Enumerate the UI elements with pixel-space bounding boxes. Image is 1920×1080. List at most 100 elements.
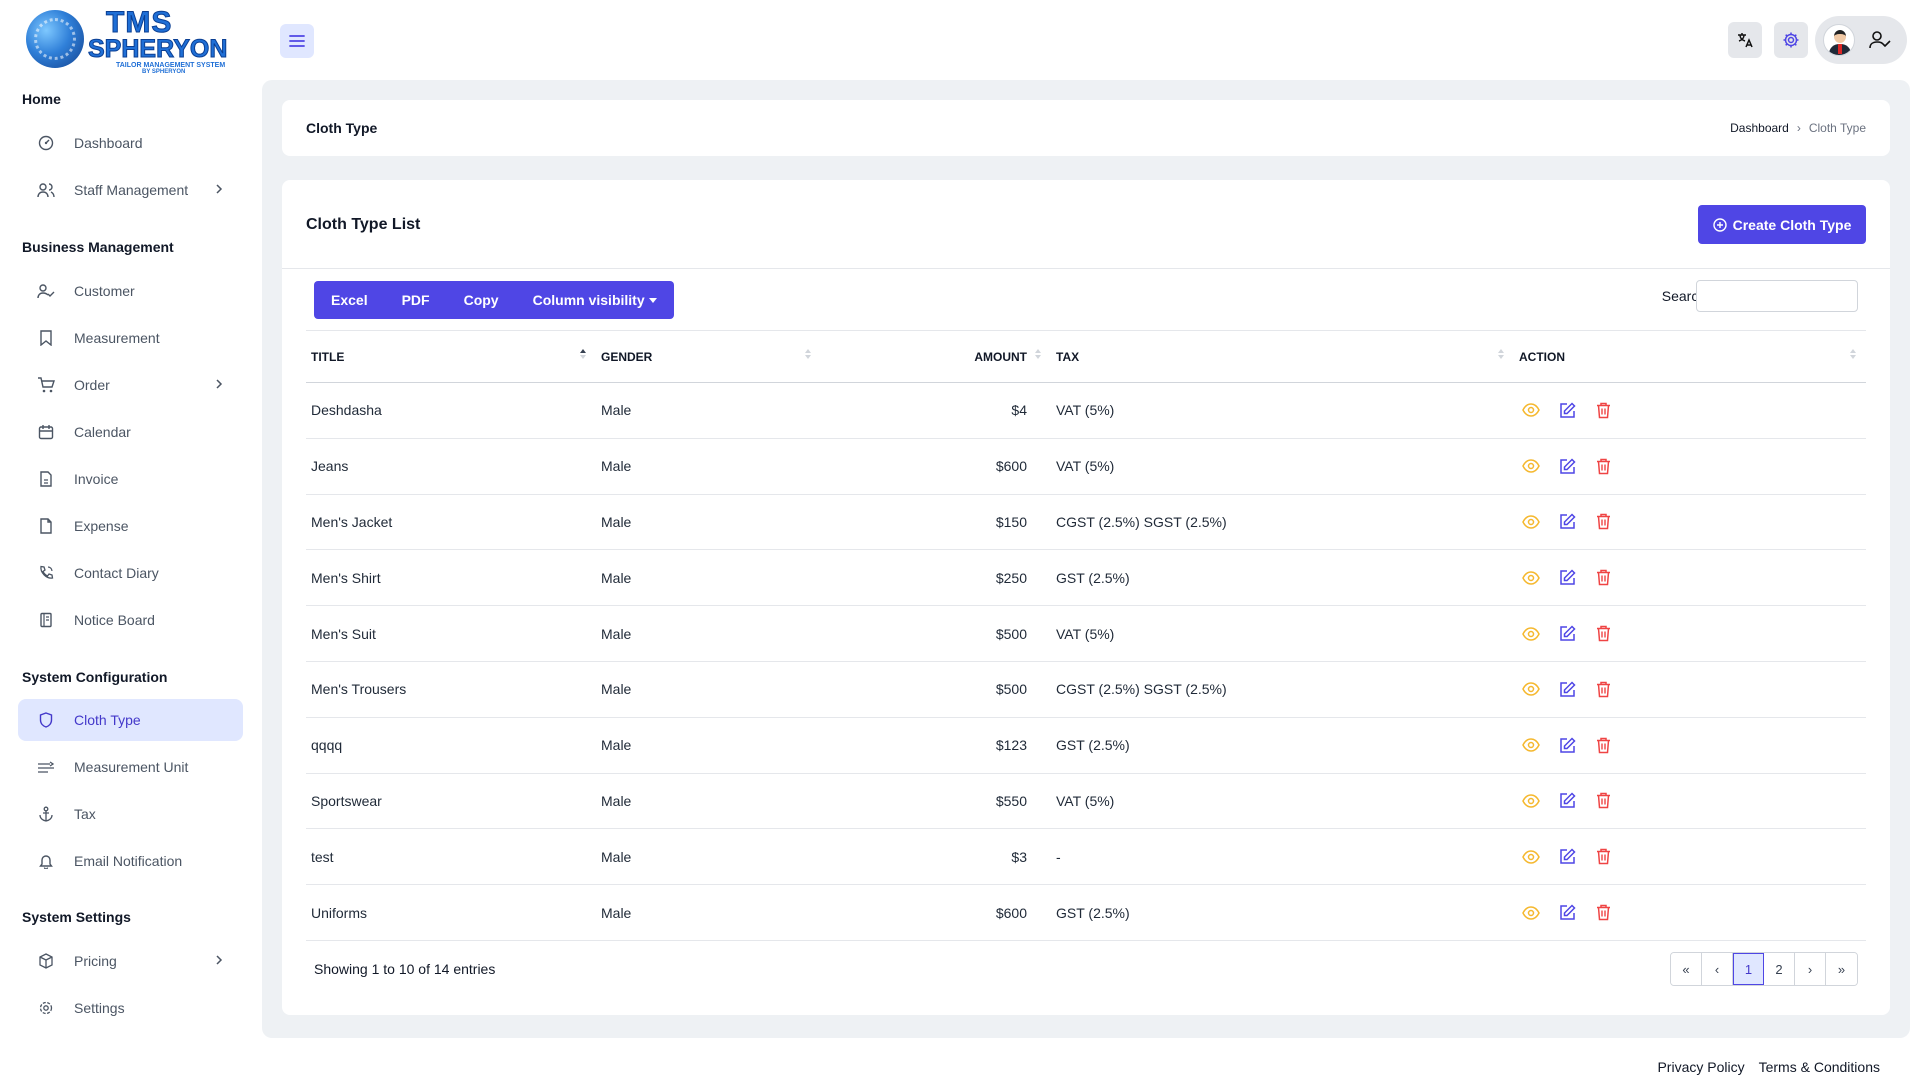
last-page-button[interactable]: » xyxy=(1826,953,1857,985)
edit-icon[interactable] xyxy=(1555,622,1579,646)
sidebar-item-dashboard[interactable]: Dashboard xyxy=(18,122,243,164)
sidebar-item-invoice[interactable]: Invoice xyxy=(18,458,243,500)
sidebar-item-measurement-unit[interactable]: Measurement Unit xyxy=(18,746,243,788)
edit-icon[interactable] xyxy=(1555,510,1579,534)
privacy-policy-link[interactable]: Privacy Policy xyxy=(1657,1059,1744,1075)
cell-actions xyxy=(1514,884,1866,941)
view-icon[interactable] xyxy=(1519,622,1543,646)
view-icon[interactable] xyxy=(1519,901,1543,925)
delete-icon[interactable] xyxy=(1591,845,1615,869)
delete-icon[interactable] xyxy=(1591,733,1615,757)
create-cloth-type-button[interactable]: Create Cloth Type xyxy=(1698,205,1866,244)
page-2-button[interactable]: 2 xyxy=(1764,953,1795,985)
sidebar-item-cloth-type[interactable]: Cloth Type xyxy=(18,699,243,741)
edit-icon[interactable] xyxy=(1555,901,1579,925)
menu-toggle-button[interactable] xyxy=(280,24,314,58)
column-header-amount[interactable]: AMOUNT xyxy=(821,330,1051,383)
view-icon[interactable] xyxy=(1519,510,1543,534)
next-page-button[interactable]: › xyxy=(1795,953,1826,985)
pdf-button[interactable]: PDF xyxy=(385,281,447,319)
sidebar-item-tax[interactable]: Tax xyxy=(18,793,243,835)
view-icon[interactable] xyxy=(1519,398,1543,422)
sidebar-item-measurement[interactable]: Measurement xyxy=(18,317,243,359)
table-row: Men's Shirt Male $250 GST (2.5%) xyxy=(306,549,1866,607)
sidebar-item-customer[interactable]: Customer xyxy=(18,270,243,312)
edit-icon[interactable] xyxy=(1555,845,1579,869)
column-header-label: TITLE xyxy=(311,349,345,364)
list-title: Cloth Type List xyxy=(306,216,421,233)
plus-circle-icon xyxy=(1712,217,1727,232)
delete-icon[interactable] xyxy=(1591,566,1615,590)
cell-title: Jeans xyxy=(306,438,596,495)
page-title: Cloth Type xyxy=(306,120,378,136)
cell-gender: Male xyxy=(596,717,821,774)
delete-icon[interactable] xyxy=(1591,622,1615,646)
copy-button[interactable]: Copy xyxy=(447,281,516,319)
table-row: Jeans Male $600 VAT (5%) xyxy=(306,438,1866,495)
shield-icon xyxy=(36,710,56,730)
page-1-button[interactable]: 1 xyxy=(1733,953,1764,985)
app-logo[interactable]: TMS SPHERYON TAILOR MANAGEMENT SYSTEM BY… xyxy=(22,6,232,76)
cell-actions xyxy=(1514,438,1866,495)
cell-amount: $500 xyxy=(821,605,1051,662)
cell-title: Men's Trousers xyxy=(306,661,596,718)
sidebar-item-staff-management[interactable]: Staff Management xyxy=(18,169,243,211)
edit-icon[interactable] xyxy=(1555,733,1579,757)
sidebar-item-order[interactable]: Order xyxy=(18,364,243,406)
terms-link[interactable]: Terms & Conditions xyxy=(1759,1059,1880,1075)
column-header-tax[interactable]: TAX xyxy=(1051,330,1514,383)
cell-amount: $4 xyxy=(821,382,1051,439)
chevron-right-icon xyxy=(215,182,223,198)
cell-gender: Male xyxy=(596,494,821,551)
create-button-label: Create Cloth Type xyxy=(1732,216,1852,233)
user-menu[interactable] xyxy=(1815,16,1907,64)
sort-icon xyxy=(1035,349,1041,359)
dashboard-icon xyxy=(36,133,56,153)
cell-tax: VAT (5%) xyxy=(1051,605,1514,662)
language-button[interactable] xyxy=(1728,22,1762,58)
view-icon[interactable] xyxy=(1519,454,1543,478)
delete-icon[interactable] xyxy=(1591,510,1615,534)
column-header-title[interactable]: TITLE xyxy=(306,330,596,383)
view-icon[interactable] xyxy=(1519,733,1543,757)
breadcrumb-dashboard-link[interactable]: Dashboard xyxy=(1730,121,1789,135)
edit-icon[interactable] xyxy=(1555,398,1579,422)
edit-icon[interactable] xyxy=(1555,677,1579,701)
column-header-action[interactable]: ACTION xyxy=(1514,330,1866,383)
view-icon[interactable] xyxy=(1519,789,1543,813)
column-header-label: AMOUNT xyxy=(974,349,1027,364)
search-input[interactable] xyxy=(1696,280,1858,312)
sidebar-item-email-notification[interactable]: Email Notification xyxy=(18,840,243,882)
edit-icon[interactable] xyxy=(1555,566,1579,590)
cell-title: Deshdasha xyxy=(306,382,596,439)
delete-icon[interactable] xyxy=(1591,901,1615,925)
sidebar-item-settings[interactable]: Settings xyxy=(18,987,243,1029)
view-icon[interactable] xyxy=(1519,677,1543,701)
settings-button[interactable] xyxy=(1774,22,1808,58)
delete-icon[interactable] xyxy=(1591,454,1615,478)
sidebar-item-label: Settings xyxy=(74,1000,125,1016)
section-title-business: Business Management xyxy=(22,239,174,255)
delete-icon[interactable] xyxy=(1591,789,1615,813)
delete-icon[interactable] xyxy=(1591,677,1615,701)
sidebar-item-notice-board[interactable]: Notice Board xyxy=(18,599,243,641)
column-header-gender[interactable]: GENDER xyxy=(596,330,821,383)
view-icon[interactable] xyxy=(1519,566,1543,590)
first-page-button[interactable]: « xyxy=(1671,953,1702,985)
cell-gender: Male xyxy=(596,382,821,439)
sidebar-item-pricing[interactable]: Pricing xyxy=(18,940,243,982)
sidebar-item-expense[interactable]: Expense xyxy=(18,505,243,547)
entries-info: Showing 1 to 10 of 14 entries xyxy=(314,961,496,977)
cell-amount: $500 xyxy=(821,661,1051,718)
edit-icon[interactable] xyxy=(1555,454,1579,478)
excel-button[interactable]: Excel xyxy=(314,281,385,319)
sidebar-item-calendar[interactable]: Calendar xyxy=(18,411,243,453)
sidebar-item-label: Customer xyxy=(74,283,135,299)
column-visibility-button[interactable]: Column visibility xyxy=(516,281,674,319)
prev-page-button[interactable]: ‹ xyxy=(1702,953,1733,985)
delete-icon[interactable] xyxy=(1591,398,1615,422)
sidebar-item-contact-diary[interactable]: Contact Diary xyxy=(18,552,243,594)
cell-amount: $550 xyxy=(821,773,1051,830)
edit-icon[interactable] xyxy=(1555,789,1579,813)
view-icon[interactable] xyxy=(1519,845,1543,869)
